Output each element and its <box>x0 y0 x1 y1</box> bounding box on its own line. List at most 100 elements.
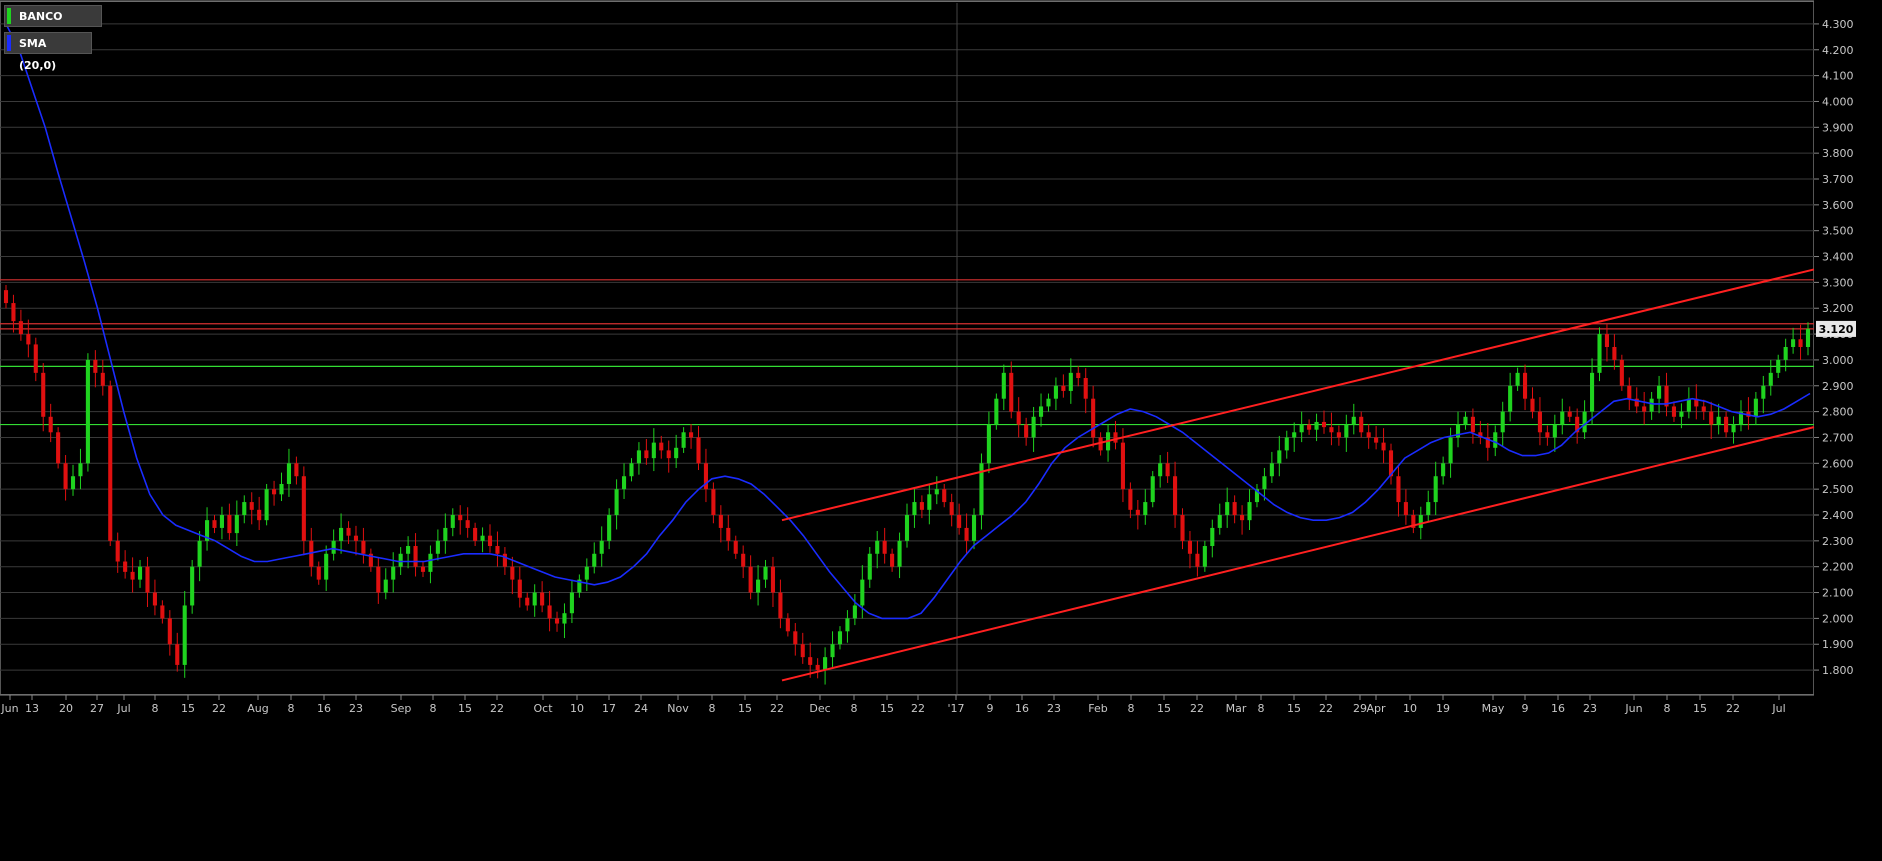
candle-down[interactable] <box>547 605 552 619</box>
candle-up[interactable] <box>339 527 344 541</box>
candle-up[interactable] <box>1426 502 1431 515</box>
candle-down[interactable] <box>1709 411 1714 425</box>
candle-down[interactable] <box>11 303 16 322</box>
candle-up[interactable] <box>927 494 932 510</box>
candle-down[interactable] <box>942 489 947 503</box>
candle-up[interactable] <box>1768 372 1773 386</box>
candle-up[interactable] <box>1448 437 1453 464</box>
candle-up[interactable] <box>569 592 574 614</box>
candle-up[interactable] <box>756 579 761 593</box>
candle-up[interactable] <box>1433 476 1438 503</box>
candle-down[interactable] <box>964 527 969 541</box>
candle-down[interactable] <box>1604 334 1609 347</box>
candle-up[interactable] <box>1351 416 1356 425</box>
candle-up[interactable] <box>1783 347 1788 360</box>
candle-down[interactable] <box>1798 339 1803 347</box>
candle-up[interactable] <box>219 515 224 528</box>
candle-up[interactable] <box>85 359 90 464</box>
candle-down[interactable] <box>465 520 470 528</box>
candle-down[interactable] <box>294 463 299 477</box>
candle-up[interactable] <box>1776 359 1781 373</box>
candle-down[interactable] <box>890 553 895 567</box>
candle-down[interactable] <box>510 566 515 580</box>
candle-up[interactable] <box>331 540 336 554</box>
candle-up[interactable] <box>1805 328 1811 347</box>
candle-up[interactable] <box>845 618 850 632</box>
candle-up[interactable] <box>867 553 872 580</box>
candle-up[interactable] <box>971 515 977 541</box>
candle-up[interactable] <box>1292 432 1297 438</box>
candle-down[interactable] <box>1470 416 1475 433</box>
candle-down[interactable] <box>1232 502 1237 515</box>
candle-down[interactable] <box>1530 398 1535 412</box>
candle-down[interactable] <box>540 592 545 606</box>
candle-down[interactable] <box>1195 553 1200 567</box>
candle-down[interactable] <box>711 489 716 515</box>
candle-down[interactable] <box>41 372 46 417</box>
candle-down[interactable] <box>48 416 53 433</box>
candle-down[interactable] <box>748 566 753 593</box>
candle-down[interactable] <box>152 592 157 606</box>
candle-down[interactable] <box>420 566 426 572</box>
candle-down[interactable] <box>1091 398 1096 438</box>
candle-up[interactable] <box>1038 406 1044 417</box>
candle-up[interactable] <box>137 566 143 580</box>
candle-down[interactable] <box>212 520 217 528</box>
candle-up[interactable] <box>78 463 83 477</box>
candle-up[interactable] <box>636 450 641 464</box>
candle-down[interactable] <box>1642 406 1647 412</box>
candle-up[interactable] <box>1210 527 1215 547</box>
candle-up[interactable] <box>1418 515 1423 528</box>
candle-down[interactable] <box>1240 515 1245 521</box>
candle-up[interactable] <box>1657 385 1662 399</box>
candle-down[interactable] <box>257 509 262 521</box>
candle-up[interactable] <box>70 476 76 490</box>
candle-down[interactable] <box>1403 502 1408 515</box>
candle-up[interactable] <box>1761 385 1766 399</box>
candle-down[interactable] <box>517 579 522 598</box>
candle-down[interactable] <box>1083 378 1088 399</box>
candle-up[interactable] <box>1247 502 1252 521</box>
candle-up[interactable] <box>651 442 656 459</box>
candle-down[interactable] <box>123 561 128 572</box>
candle-up[interactable] <box>897 540 902 567</box>
candle-down[interactable] <box>666 450 671 459</box>
candle-up[interactable] <box>1500 411 1505 433</box>
candle-down[interactable] <box>1619 359 1624 386</box>
candle-up[interactable] <box>621 476 627 490</box>
candle-down[interactable] <box>800 644 805 658</box>
candle-up[interactable] <box>1649 398 1654 412</box>
candle-up[interactable] <box>986 424 991 464</box>
candle-up[interactable] <box>532 592 537 606</box>
candle-down[interactable] <box>1135 509 1140 515</box>
candle-up[interactable] <box>383 579 388 593</box>
candle-up[interactable] <box>1515 372 1520 386</box>
candle-down[interactable] <box>1128 489 1133 510</box>
candle-up[interactable] <box>391 566 396 580</box>
candle-down[interactable] <box>770 566 776 593</box>
candle-down[interactable] <box>919 502 924 510</box>
candle-up[interactable] <box>592 553 597 567</box>
candle-down[interactable] <box>1366 432 1371 438</box>
candle-up[interactable] <box>629 463 634 477</box>
candle-up[interactable] <box>1441 463 1446 477</box>
candle-down[interactable] <box>778 592 783 619</box>
candle-up[interactable] <box>1582 411 1587 433</box>
trendline-lower[interactable] <box>781 426 1815 682</box>
candle-up[interactable] <box>837 631 843 645</box>
candle-up[interactable] <box>398 553 403 567</box>
candle-down[interactable] <box>413 546 418 567</box>
candle-up[interactable] <box>234 515 239 534</box>
candle-down[interactable] <box>726 527 731 541</box>
candle-up[interactable] <box>1508 385 1513 412</box>
candle-up[interactable] <box>1344 424 1349 438</box>
candle-down[interactable] <box>1076 372 1081 379</box>
candle-down[interactable] <box>1522 372 1528 399</box>
candle-down[interactable] <box>741 553 746 567</box>
candle-up[interactable] <box>1552 424 1557 438</box>
candle-down[interactable] <box>1627 385 1632 399</box>
candle-up[interactable] <box>1269 463 1274 477</box>
candle-down[interactable] <box>108 385 113 541</box>
candle-down[interactable] <box>1016 411 1021 425</box>
candle-down[interactable] <box>1537 411 1542 433</box>
